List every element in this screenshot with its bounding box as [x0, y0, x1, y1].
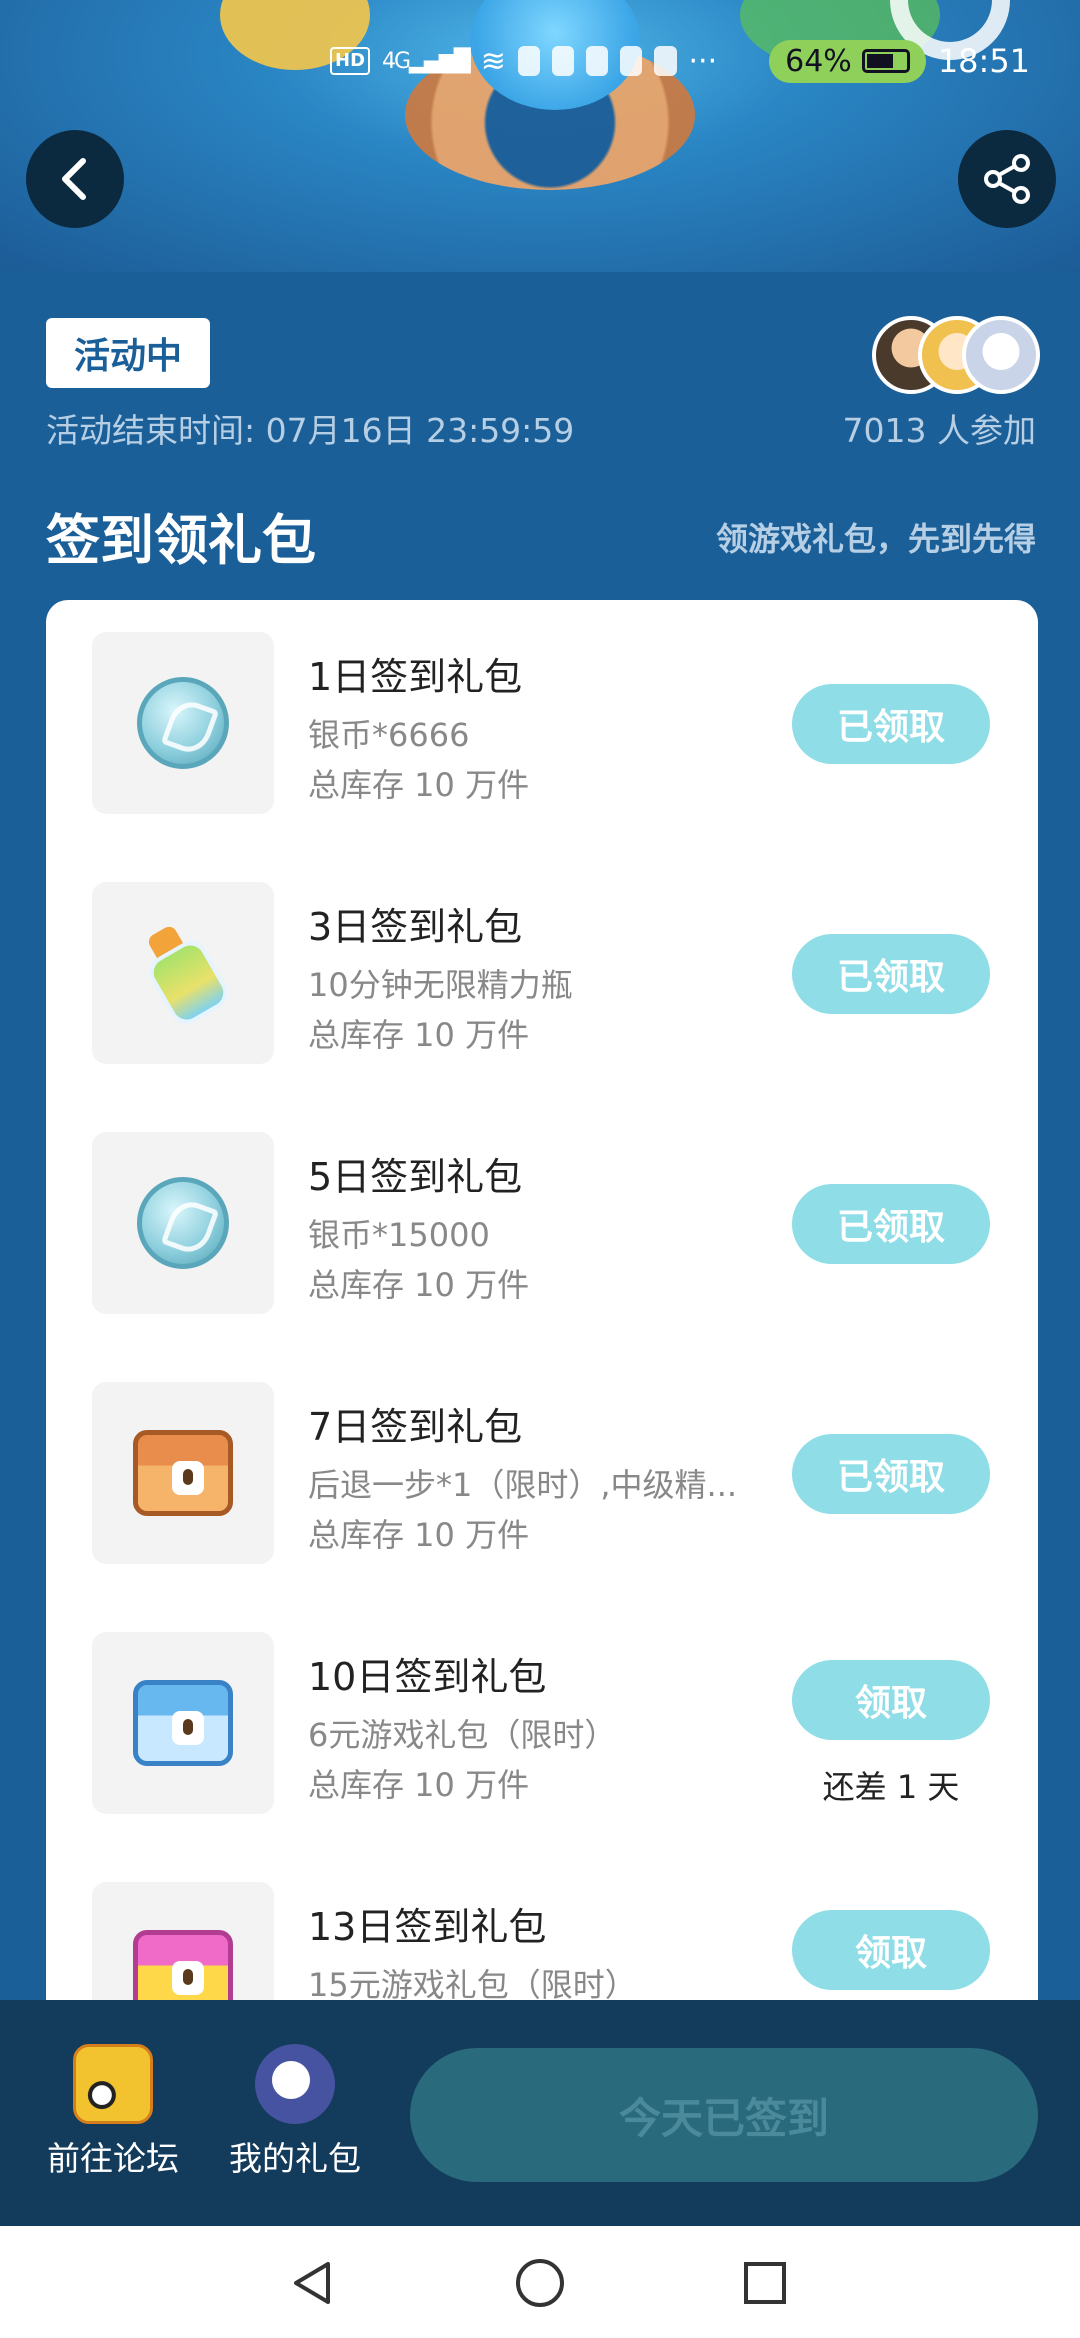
bottom-action-bar: 前往论坛 我的礼包 今天已签到: [0, 2000, 1080, 2226]
list-item: 10日签到礼包 6元游戏礼包（限时） 总库存 10 万件 领取 还差 1 天: [46, 1600, 1038, 1820]
silver-coin-icon: [137, 677, 229, 769]
silver-coin-icon: [137, 1177, 229, 1269]
list-item: 13日签到礼包 15元游戏礼包（限时） 领取: [46, 1850, 1038, 2000]
claimed-button[interactable]: 已领取: [792, 934, 990, 1014]
telegram-icon: [517, 46, 541, 76]
my-gifts-link[interactable]: 我的礼包: [220, 2044, 370, 2180]
forum-label: 前往论坛: [47, 2139, 179, 2178]
blue-chest-icon: [133, 1680, 233, 1766]
list-item: 1日签到礼包 银币*6666 总库存 10 万件 已领取: [46, 600, 1038, 820]
nav-recents-button[interactable]: [738, 2256, 792, 2310]
end-time-text: 活动结束时间: 07月16日 23:59:59: [46, 411, 575, 450]
hd-icon: HD: [330, 47, 371, 75]
share-button[interactable]: [958, 130, 1056, 228]
battery-icon: [861, 49, 910, 73]
hero-banner: HD 4G▂▄▆█ ≋ ··· 64% 18:51: [0, 0, 1080, 272]
gift-description: 10分钟无限精力瓶: [308, 966, 573, 1004]
gift-stock: 总库存 10 万件: [308, 1766, 530, 1804]
claimed-button[interactable]: 已领取: [792, 1184, 990, 1264]
gift-title: 7日签到礼包: [308, 1405, 523, 1449]
section-subtitle: 领游戏礼包，先到先得: [715, 520, 1036, 558]
gift-description: 15元游戏礼包（限时）: [308, 1966, 637, 2000]
gift-stock: 总库存 10 万件: [308, 1016, 530, 1054]
gift-title: 5日签到礼包: [308, 1155, 523, 1199]
avatar: [962, 316, 1040, 394]
gift-stock: 总库存 10 万件: [308, 1516, 530, 1554]
gift-description: 银币*6666: [308, 716, 470, 754]
energy-bottle-icon: [132, 916, 234, 1031]
more-icon: ···: [688, 43, 718, 79]
claimed-button[interactable]: 已领取: [792, 1434, 990, 1514]
clock: 18:51: [937, 42, 1031, 80]
battery-pill: 64%: [769, 39, 926, 83]
nav-back-button[interactable]: [286, 2256, 340, 2310]
nav-home-button[interactable]: [513, 2256, 567, 2310]
gift-description: 银币*15000: [308, 1216, 490, 1254]
gift-thumbnail: [92, 632, 274, 814]
signed-today-button[interactable]: 今天已签到: [410, 2048, 1038, 2182]
participant-count: 7013 人参加: [842, 411, 1036, 450]
gift-stock: 总库存 10 万件: [308, 1266, 530, 1304]
list-item: 7日签到礼包 后退一步*1（限时）,中级精... 总库存 10 万件 已领取: [46, 1350, 1038, 1570]
list-item: 3日签到礼包 10分钟无限精力瓶 总库存 10 万件 已领取: [46, 850, 1038, 1070]
gift-thumbnail: [92, 1132, 274, 1314]
participant-avatars[interactable]: [872, 316, 1040, 394]
battery-level: 64%: [785, 43, 852, 79]
signal-icon: 4G▂▄▆█: [382, 48, 471, 74]
gift-description: 6元游戏礼包（限时）: [308, 1716, 617, 1754]
claim-button[interactable]: 领取: [792, 1660, 990, 1740]
chevron-left-icon: [62, 158, 86, 200]
status-bar: HD 4G▂▄▆█ ≋ ··· 64% 18:51: [330, 36, 1030, 86]
gift-title: 10日签到礼包: [308, 1655, 547, 1699]
forum-link[interactable]: 前往论坛: [38, 2044, 188, 2180]
brown-chest-icon: [133, 1430, 233, 1516]
status-badge: 活动中: [46, 318, 210, 388]
gift-description: 后退一步*1（限时）,中级精...: [308, 1466, 738, 1504]
gift-title: 13日签到礼包: [308, 1905, 547, 1949]
my-gifts-label: 我的礼包: [229, 2139, 361, 2178]
gift-thumbnail: [92, 1882, 274, 2000]
forum-app-icon: [73, 2044, 153, 2124]
claim-button[interactable]: 领取: [792, 1910, 990, 1990]
circle-home-icon: [516, 2259, 564, 2307]
cloud-icon: [586, 46, 609, 76]
music-icon: [654, 46, 677, 76]
section-title: 签到领礼包: [46, 509, 316, 572]
days-remaining-note: 还差 1 天: [822, 1768, 960, 1806]
share-icon: [984, 154, 1030, 204]
gift-stock: 总库存 10 万件: [308, 766, 530, 804]
gift-title: 1日签到礼包: [308, 655, 523, 699]
square-recents-icon: [744, 2262, 786, 2304]
gift-thumbnail: [92, 1632, 274, 1814]
wechat-icon: [552, 46, 575, 76]
gift-thumbnail: [92, 882, 274, 1064]
back-button[interactable]: [26, 130, 124, 228]
gift-title: 3日签到礼包: [308, 905, 523, 949]
gift-list-card: 1日签到礼包 银币*6666 总库存 10 万件 已领取 3日签到礼包 10分钟…: [46, 600, 1038, 2000]
gift-mascot-icon: [255, 2044, 335, 2124]
list-item: 5日签到礼包 银币*15000 总库存 10 万件 已领取: [46, 1100, 1038, 1320]
pink-chest-icon: [133, 1930, 233, 2000]
claimed-button[interactable]: 已领取: [792, 684, 990, 764]
system-navigation-bar: [0, 2226, 1080, 2338]
triangle-back-icon: [294, 2262, 330, 2304]
gift-thumbnail: [92, 1382, 274, 1564]
wifi-icon: ≋: [480, 43, 506, 79]
tiktok-icon: [620, 46, 643, 76]
